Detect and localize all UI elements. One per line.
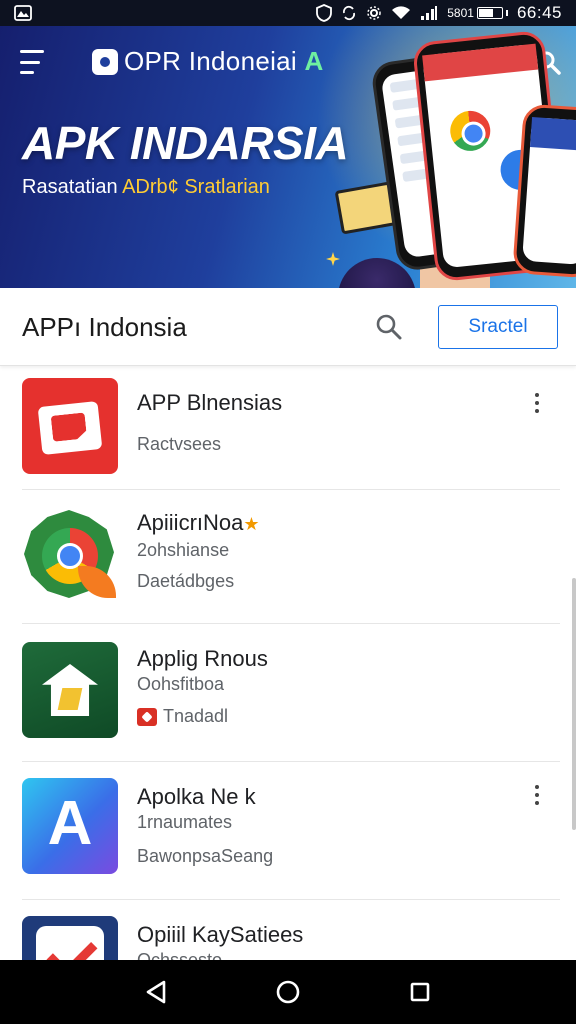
app-name: APP Blnensias	[137, 390, 283, 415]
app-meta: Ractvsees	[137, 434, 221, 455]
app-meta: Daetádbges	[137, 571, 234, 592]
more-vertical-icon[interactable]	[526, 388, 548, 418]
screen: 5801 66:45 OPR Indoneiai A APK INDARSIA …	[0, 0, 576, 1024]
checkmark-app-icon	[22, 916, 118, 960]
star-icon: ★	[243, 514, 260, 534]
battery-indicator: 5801	[447, 6, 508, 20]
banner-headline: APK INDARSIA	[22, 117, 349, 169]
app-meta-text: Ractvsees	[137, 434, 222, 454]
app-meta: Tnadadl	[137, 706, 228, 727]
sparkle-icon	[326, 252, 340, 266]
gear-icon	[366, 5, 382, 21]
letter-a-app-icon: A	[22, 778, 118, 874]
app-subtitle: 1rnaumates	[137, 812, 233, 832]
list-item[interactable]: Opiiil KaySatiees Ochssesto	[0, 900, 576, 960]
battery-text: 5801	[447, 6, 474, 20]
search-header: APPı Indonsia Sractel	[0, 288, 576, 366]
brand-logo-icon	[92, 48, 118, 75]
status-time: 66:45	[516, 3, 562, 22]
search-action-button[interactable]: Sractel	[438, 305, 558, 349]
list-item[interactable]: APP Blnensias Ractvsees	[0, 366, 576, 490]
list-item[interactable]: Applig Rnous Oohsfitboa Tnadadl	[0, 624, 576, 762]
app-subtitle: Oohsfitboa	[137, 674, 225, 694]
app-meta-text: Tnadadl	[163, 706, 229, 726]
badge-icon	[137, 707, 157, 726]
app-subtitle: Ochssesto	[137, 950, 223, 960]
section-title: APPı Indonsia	[22, 312, 187, 342]
app-meta-text: BawonpsaSeang	[137, 846, 274, 866]
search-icon[interactable]	[374, 312, 404, 342]
shield-icon	[316, 4, 333, 22]
scrollbar[interactable]	[572, 578, 576, 830]
recent-apps-square-icon[interactable]	[400, 972, 440, 1012]
list-item[interactable]: ApiiicrıNoa★ 2ohshianse Daetádbges	[0, 490, 576, 624]
chrome-icon	[448, 108, 493, 153]
promo-banner[interactable]: OPR Indoneiai A APK INDARSIA Rasatatian …	[0, 26, 576, 288]
back-triangle-icon[interactable]	[136, 972, 176, 1012]
app-meta-text: Daetádbges	[137, 571, 235, 591]
battery-icon	[476, 7, 503, 19]
wifi-icon	[391, 5, 411, 21]
photo-icon	[14, 5, 32, 21]
hamburger-menu-icon[interactable]	[20, 50, 48, 74]
more-vertical-icon[interactable]	[526, 780, 548, 810]
list-item[interactable]: A Apolka Ne k 1rnaumates BawonpsaSeang	[0, 762, 576, 900]
status-bar: 5801 66:45	[0, 0, 576, 26]
sync-icon	[341, 5, 357, 21]
navigation-bar	[0, 960, 576, 1024]
app-list: APP Blnensias Ractvsees ApiiicrıNoa★ 2oh…	[0, 366, 576, 960]
app-subtitle: 2ohshianse	[137, 540, 230, 560]
signal-icon	[420, 5, 438, 21]
home-app-icon	[22, 642, 118, 738]
brand: OPR Indoneiai A	[92, 46, 324, 77]
banner-subline: Rasatatian ADrb¢ Sratlarian	[22, 176, 270, 199]
app-name: ApiiicrıNoa★	[137, 510, 260, 536]
app-logo-icon	[22, 378, 118, 474]
app-name: Opiiil KaySatiees	[137, 922, 304, 947]
chrome-app-icon	[22, 506, 118, 602]
brand-name: OPR Indoneiai	[124, 46, 298, 76]
app-name-text: ApiiicrıNoa	[137, 510, 244, 535]
app-name: Applig Rnous	[137, 646, 268, 671]
banner-subline-highlight: ADrb¢ Sratlarian	[122, 176, 270, 198]
banner-subline-start: Rasatatian	[22, 176, 123, 198]
brand-accent: A	[304, 46, 324, 76]
home-circle-icon[interactable]	[268, 972, 308, 1012]
app-meta: BawonpsaSeang	[137, 846, 273, 867]
phone-illustration-right	[512, 103, 576, 279]
app-name: Apolka Ne k	[137, 784, 256, 809]
